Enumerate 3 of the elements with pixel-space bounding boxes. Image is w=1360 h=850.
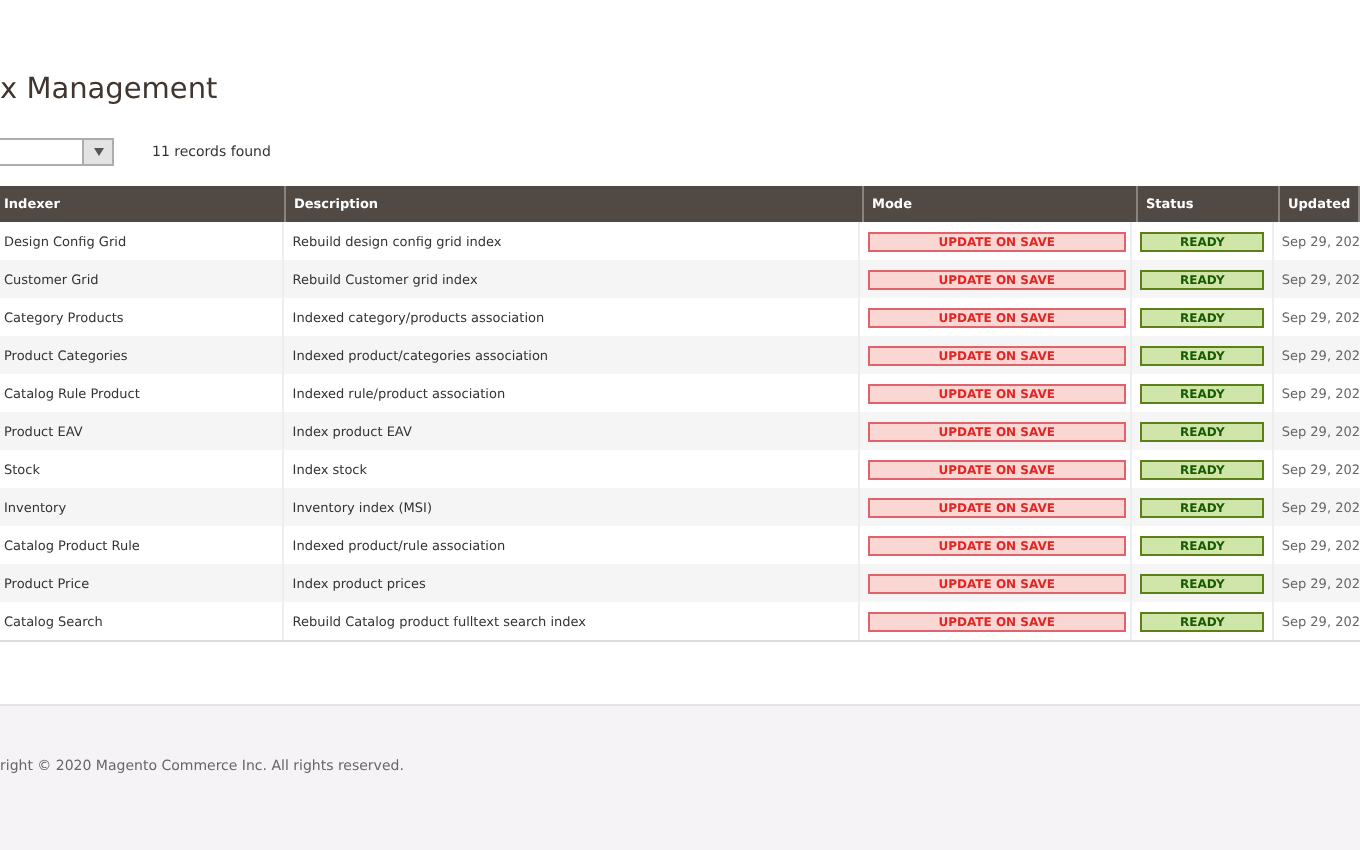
- mass-action-select[interactable]: [0, 138, 114, 166]
- page-title: x Management: [0, 72, 220, 110]
- caret-icon: [93, 148, 103, 156]
